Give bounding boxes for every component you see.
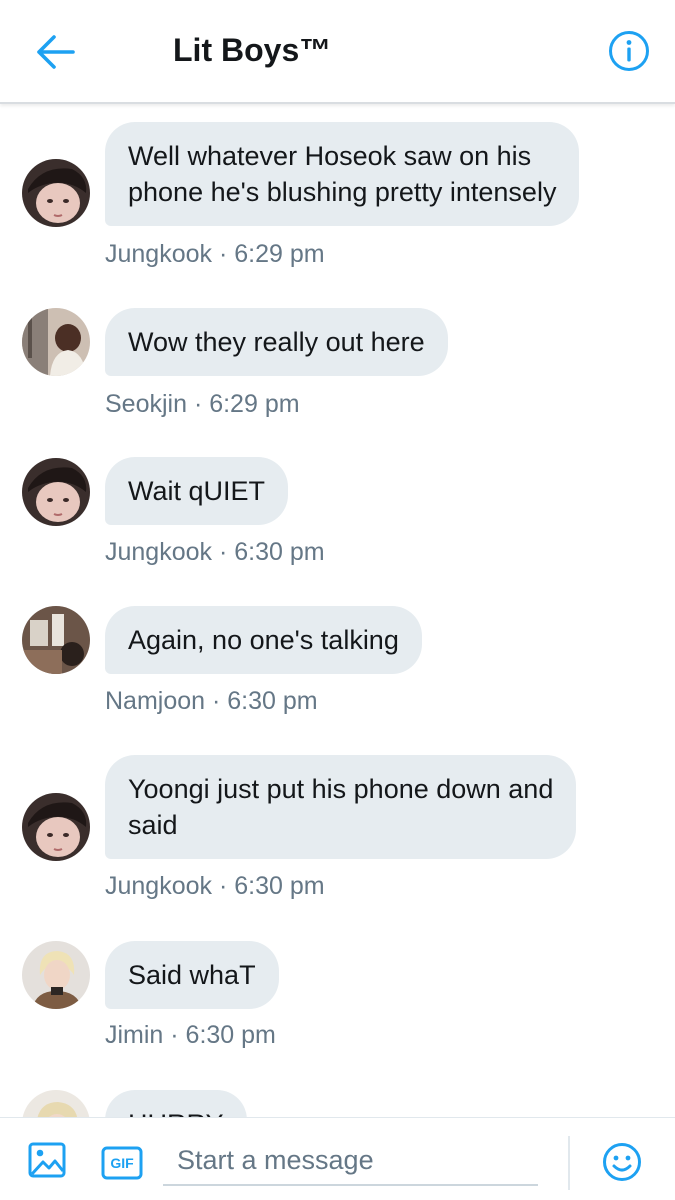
message-bubble[interactable]: Well whatever Hoseok saw on his phone he…	[105, 122, 580, 226]
conversation-header: Lit Boys™	[0, 0, 675, 104]
message-meta: Namjoon · 6:30 pm	[105, 687, 318, 715]
message-meta: Jimin · 6:30 pm	[105, 1021, 276, 1049]
message-text-line: Well whatever Hoseok saw on his	[128, 141, 532, 171]
message-input[interactable]	[163, 1136, 538, 1186]
emoji-button[interactable]	[601, 1142, 643, 1187]
add-gif-button[interactable]: GIF	[101, 1145, 143, 1181]
message-bubble[interactable]: Said whaT	[105, 941, 279, 1009]
avatar[interactable]	[22, 606, 90, 674]
message-bubble[interactable]: Wait qUIET	[105, 457, 289, 525]
avatar[interactable]	[22, 308, 90, 376]
message-bubble[interactable]: HURRY	[105, 1090, 247, 1118]
back-button[interactable]	[30, 30, 82, 78]
message-bubble[interactable]: Yoongi just put his phone down and said	[105, 755, 577, 859]
gif-label: GIF	[110, 1155, 134, 1171]
message-text-line: Yoongi just put his phone down and	[128, 774, 554, 804]
image-icon	[28, 1141, 66, 1184]
message-meta: Seokjin · 6:29 pm	[105, 390, 300, 418]
dm-conversation-screen: Lit Boys™ Well whatever Hoseok saw on hi…	[0, 0, 675, 1200]
avatar[interactable]	[22, 159, 90, 227]
message-text-line: Said whaT	[128, 960, 256, 990]
message-text-line: said	[128, 810, 178, 840]
message-text-line: phone he's blushing pretty intensely	[128, 177, 557, 207]
emoji-icon	[602, 1142, 642, 1187]
message-list[interactable]: Well whatever Hoseok saw on his phone he…	[0, 104, 675, 1118]
message-bubble[interactable]: Wow they really out here	[105, 308, 448, 376]
conversation-info-button[interactable]	[606, 30, 652, 76]
add-image-button[interactable]	[27, 1142, 67, 1182]
message-text-line: Wait qUIET	[128, 476, 266, 506]
message-meta: Jungkook · 6:30 pm	[105, 872, 325, 900]
info-icon	[608, 30, 650, 77]
avatar[interactable]	[22, 1090, 90, 1118]
avatar[interactable]	[22, 793, 90, 861]
message-bubble[interactable]: Again, no one's talking	[105, 606, 422, 674]
arrow-left-icon	[36, 34, 76, 74]
composer-divider	[568, 1136, 570, 1190]
message-text-line: Again, no one's talking	[128, 625, 399, 655]
avatar[interactable]	[22, 941, 90, 1009]
message-text-line: Wow they really out here	[128, 327, 425, 357]
avatar[interactable]	[22, 458, 90, 526]
message-meta: Jungkook · 6:29 pm	[105, 240, 325, 268]
conversation-title[interactable]: Lit Boys™	[173, 30, 331, 70]
message-meta: Jungkook · 6:30 pm	[105, 538, 325, 566]
message-composer: GIF	[0, 1117, 675, 1200]
